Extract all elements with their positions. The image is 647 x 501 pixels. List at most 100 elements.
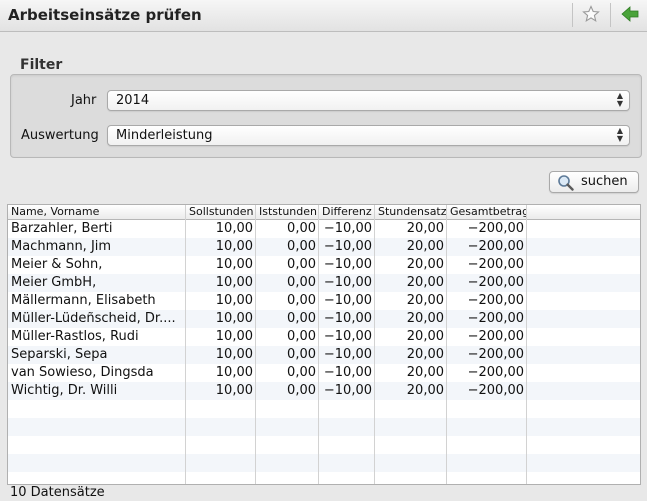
col-differenz-cell: −10,00 (323, 383, 372, 398)
filter-legend: Filter (20, 57, 63, 73)
search-button[interactable]: suchen (549, 171, 639, 193)
col-iststunden-cell: 0,00 (287, 275, 316, 290)
table-row[interactable]: Wichtig, Dr. Willi 10,00 0,00 −10,00 20,00 −2… (8, 382, 640, 400)
column-header-gesamtbetrag[interactable]: Gesamtbetrag (447, 205, 527, 219)
col-gesamtbetrag-cell: −200,00 (467, 311, 524, 326)
year-label: Jahr (71, 93, 97, 108)
magnifier-icon (558, 175, 574, 191)
column-divider[interactable] (446, 205, 447, 484)
col-sollstunden-cell: 10,00 (215, 311, 253, 326)
table-row[interactable]: Müller-Rastlos, Rudi 10,00 0,00 −10,00 20,00… (8, 328, 640, 346)
empty-table-row (8, 454, 640, 472)
col-differenz-cell: −10,00 (323, 221, 372, 236)
col-differenz-cell: −10,00 (323, 311, 372, 326)
col-iststunden-cell: 0,00 (287, 365, 316, 380)
col-differenz-cell: −10,00 (323, 257, 372, 272)
col-sollstunden-cell: 10,00 (215, 347, 253, 362)
evaluation-select-value: Minderleistung (116, 128, 213, 143)
results-table[interactable]: Name, Vorname Sollstunden Iststunden Differ… (7, 204, 641, 485)
table-row[interactable]: Barzahler, Berti 10,00 0,00 −10,00 20,00 −200… (8, 220, 640, 238)
col-differenz-cell: −10,00 (323, 275, 372, 290)
select-arrows-icon: ▲ ▼ (616, 91, 623, 108)
column-divider[interactable] (318, 205, 319, 484)
col-gesamtbetrag-cell: −200,00 (467, 293, 524, 308)
column-header-stundensatz[interactable]: Stundensatz (375, 205, 447, 219)
window-title: Arbeitseinsätze prüfen (8, 6, 202, 24)
col-sollstunden-cell: 10,00 (215, 275, 253, 290)
table-row[interactable]: Meier GmbH, 10,00 0,00 −10,00 20,00 −200,00 (8, 274, 640, 292)
col-differenz-cell: −10,00 (323, 293, 372, 308)
empty-table-row (8, 418, 640, 436)
empty-table-row (8, 400, 640, 418)
col-gesamtbetrag-cell: −200,00 (467, 383, 524, 398)
col-gesamtbetrag-cell: −200,00 (467, 329, 524, 344)
col-differenz-cell: −10,00 (323, 239, 372, 254)
table-row[interactable]: Machmann, Jim 10,00 0,00 −10,00 20,00 −200,00 (8, 238, 640, 256)
col-stundensatz-cell: 20,00 (406, 239, 444, 254)
table-row[interactable]: Müller-Lüdeñscheid, Dr.... 10,00 0,00 −10,0… (8, 310, 640, 328)
col-stundensatz-cell: 20,00 (406, 383, 444, 398)
evaluation-label: Auswertung (21, 128, 99, 143)
column-header-iststunden[interactable]: Iststunden (256, 205, 319, 219)
col-name-cell: van Sowieso, Dingsda (11, 365, 154, 380)
table-row[interactable]: Meier & Sohn, 10,00 0,00 −10,00 20,00 −200,00 (8, 256, 640, 274)
col-differenz-cell: −10,00 (323, 329, 372, 344)
column-header-differenz[interactable]: Differenz (319, 205, 375, 219)
col-name-cell: Barzahler, Berti (11, 221, 113, 236)
column-divider[interactable] (185, 205, 186, 484)
table-row[interactable]: Mällermann, Elisabeth 10,00 0,00 −10,00 20,0… (8, 292, 640, 310)
col-gesamtbetrag-cell: −200,00 (467, 239, 524, 254)
col-name-cell: Meier & Sohn, (11, 257, 103, 272)
column-divider[interactable] (255, 205, 256, 484)
select-arrows-icon: ▲ ▼ (616, 126, 623, 143)
col-sollstunden-cell: 10,00 (215, 329, 253, 344)
col-name-cell: Meier GmbH, (11, 275, 97, 290)
col-stundensatz-cell: 20,00 (406, 311, 444, 326)
col-iststunden-cell: 0,00 (287, 311, 316, 326)
col-gesamtbetrag-cell: −200,00 (467, 257, 524, 272)
toolbar-separator (572, 3, 573, 27)
col-name-cell: Mällermann, Elisabeth (11, 293, 156, 308)
column-header-sollstunden[interactable]: Sollstunden (186, 205, 256, 219)
col-iststunden-cell: 0,00 (287, 293, 316, 308)
col-name-cell: Müller-Lüdeñscheid, Dr.... (11, 311, 176, 326)
column-header-name[interactable]: Name, Vorname (8, 205, 186, 219)
col-iststunden-cell: 0,00 (287, 221, 316, 236)
col-stundensatz-cell: 20,00 (406, 257, 444, 272)
col-gesamtbetrag-cell: −200,00 (467, 365, 524, 380)
star-icon[interactable] (582, 5, 600, 23)
year-select[interactable]: 2014 ▲ ▼ (107, 90, 630, 111)
col-sollstunden-cell: 10,00 (215, 257, 253, 272)
title-bar: Arbeitseinsätze prüfen (0, 0, 647, 32)
col-name-cell: Separski, Sepa (11, 347, 108, 362)
column-divider[interactable] (374, 205, 375, 484)
search-button-label: suchen (581, 174, 628, 189)
col-differenz-cell: −10,00 (323, 347, 372, 362)
col-iststunden-cell: 0,00 (287, 257, 316, 272)
col-name-cell: Wichtig, Dr. Willi (11, 383, 118, 398)
evaluation-select[interactable]: Minderleistung ▲ ▼ (107, 125, 630, 146)
col-sollstunden-cell: 10,00 (215, 293, 253, 308)
toolbar-separator (610, 3, 611, 27)
col-iststunden-cell: 0,00 (287, 383, 316, 398)
col-sollstunden-cell: 10,00 (215, 239, 253, 254)
col-stundensatz-cell: 20,00 (406, 221, 444, 236)
col-gesamtbetrag-cell: −200,00 (467, 275, 524, 290)
col-name-cell: Müller-Rastlos, Rudi (11, 329, 139, 344)
col-stundensatz-cell: 20,00 (406, 329, 444, 344)
filter-panel: Jahr 2014 ▲ ▼ Auswertung Minderleistung ▲… (10, 74, 642, 158)
col-sollstunden-cell: 10,00 (215, 221, 253, 236)
table-row[interactable]: Separski, Sepa 10,00 0,00 −10,00 20,00 −200,0… (8, 346, 640, 364)
col-iststunden-cell: 0,00 (287, 347, 316, 362)
col-iststunden-cell: 0,00 (287, 239, 316, 254)
year-select-value: 2014 (116, 93, 150, 108)
col-stundensatz-cell: 20,00 (406, 293, 444, 308)
col-iststunden-cell: 0,00 (287, 329, 316, 344)
record-count: 10 Datensätze (10, 485, 105, 500)
back-arrow-icon[interactable] (621, 5, 639, 23)
col-name-cell: Machmann, Jim (11, 239, 112, 254)
column-divider[interactable] (526, 205, 527, 484)
col-sollstunden-cell: 10,00 (215, 383, 253, 398)
col-gesamtbetrag-cell: −200,00 (467, 347, 524, 362)
table-row[interactable]: van Sowieso, Dingsda 10,00 0,00 −10,00 20,00… (8, 364, 640, 382)
